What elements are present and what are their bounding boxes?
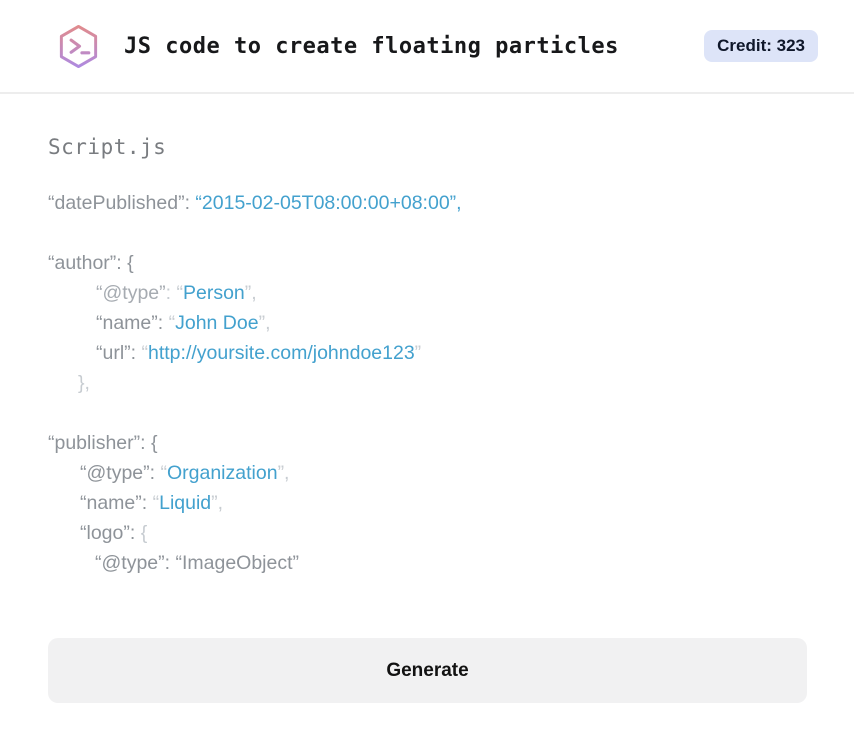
code-token: ”, [258, 312, 271, 334]
code-line: “url”: “http://yoursite.com/johndoe123” [48, 338, 806, 368]
code-token: ” [414, 342, 422, 364]
code-token: “url”: [96, 342, 142, 364]
code-line: “logo”: { [48, 518, 806, 548]
code-token: “datePublished”: [48, 192, 196, 214]
code-token: “name”: [80, 492, 153, 514]
terminal-prompt-hexagon-icon [55, 23, 102, 70]
code-token: Person [182, 282, 245, 304]
code-token: “@type”: [80, 462, 161, 484]
code-token: “@type”: “ImageObject” [95, 552, 300, 574]
page-title: JS code to create floating particles [124, 33, 619, 59]
code-token: “logo”: [80, 522, 141, 544]
code-token: “publisher”: { [48, 432, 158, 454]
main-content: Script.js “datePublished”: “2015-02-05T0… [0, 94, 854, 578]
code-token: ”, [211, 492, 224, 514]
code-token: { [140, 522, 148, 544]
code-line: “name”: “Liquid”, [48, 488, 806, 518]
code-line: “@type”: “ImageObject” [48, 548, 806, 578]
code-token: “@type” [96, 282, 166, 304]
credit-badge: Credit: 323 [704, 30, 818, 62]
code-line: “datePublished”: “2015-02-05T08:00:00+08… [48, 188, 806, 218]
code-token: ”, [277, 462, 290, 484]
script-filename-heading: Script.js [48, 135, 167, 159]
code-token: “author”: { [48, 252, 134, 274]
code-token: http://yoursite.com/johndoe123 [148, 342, 415, 364]
code-token: ”, [244, 282, 257, 304]
code-block: “datePublished”: “2015-02-05T08:00:00+08… [48, 188, 806, 578]
code-line: “@type”: “Person”, [48, 278, 806, 308]
code-line: “@type”: “Organization”, [48, 458, 806, 488]
code-line: }, [48, 368, 806, 398]
code-token: John Doe [175, 312, 259, 334]
generate-button-container: Generate [48, 638, 807, 703]
code-token: : [165, 282, 177, 304]
code-token: Organization [166, 462, 278, 484]
code-token: “2015-02-05T08:00:00+08:00”, [195, 192, 462, 214]
code-token: Liquid [159, 492, 212, 514]
code-line: “publisher”: { [48, 428, 806, 458]
code-token: “name”: [96, 312, 169, 334]
header: JS code to create floating particles Cre… [0, 0, 854, 94]
generate-button[interactable]: Generate [48, 638, 807, 703]
code-line: “name”: “John Doe”, [48, 308, 806, 338]
code-line: “author”: { [48, 248, 806, 278]
code-token: }, [78, 372, 90, 394]
